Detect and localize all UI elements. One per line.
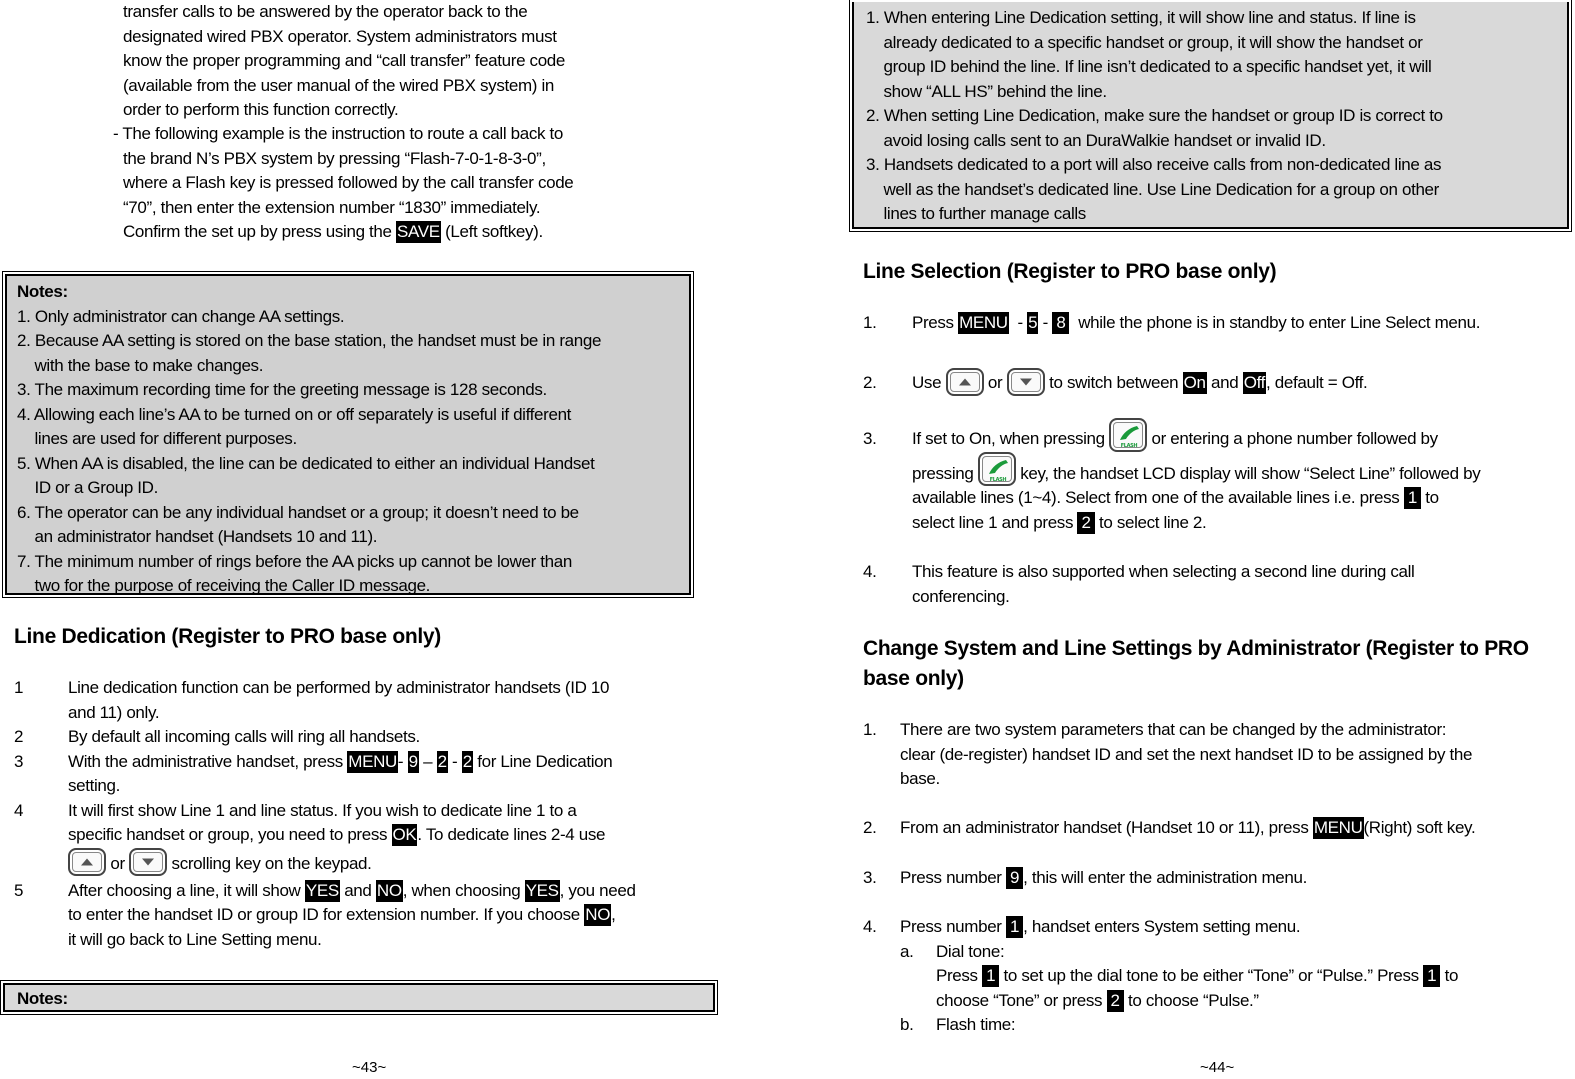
- svg-text:FLASH: FLASH: [1121, 443, 1138, 449]
- text-line: designated wired PBX operator. System ad…: [123, 26, 557, 46]
- list-item: 2. From an administrator handset (Handse…: [863, 817, 1476, 839]
- list-item: 4 It will first show Line 1 and line sta…: [14, 799, 714, 879]
- list-item: 4. This feature is also supported when s…: [863, 562, 1415, 606]
- sub-item-flash-time: b. Flash time:: [900, 1015, 1016, 1034]
- page-number: ~43~: [352, 1059, 387, 1076]
- list-item: 2. Use or to switch between On and Off, …: [863, 367, 1368, 398]
- list-item: 2 By default all incoming calls will rin…: [14, 727, 420, 746]
- list-item: 1. There are two system parameters that …: [863, 720, 1473, 788]
- text-line: know the proper programming and “call tr…: [123, 51, 566, 70]
- note-line: 6. The operator can be any individual ha…: [17, 502, 579, 522]
- notes-box-line-dedication: Notes:: [0, 980, 718, 1015]
- page-44: 1. When entering Line Dedication setting…: [845, 0, 1575, 1079]
- menu-key-label: MENU: [347, 750, 398, 773]
- note-line: with the base to make changes.: [17, 355, 264, 375]
- note-line: two for the purpose of receiving the Cal…: [17, 576, 431, 595]
- save-key-label: SAVE: [396, 221, 441, 243]
- notes-box-aa: Notes: 1. Only administrator can change …: [2, 271, 694, 598]
- yes-key-label: YES: [304, 879, 340, 902]
- flash-talk-key-icon: FLASH: [1109, 417, 1148, 452]
- list-item: 1 Line dedication function can be perfor…: [14, 678, 610, 722]
- key-label: 2: [436, 750, 448, 773]
- note-line: 5. When AA is disabled, the line can be …: [17, 453, 595, 473]
- key-label: 5: [1027, 312, 1039, 334]
- text-line: the brand N’s PBX system by pressing “Fl…: [123, 148, 546, 168]
- list-item: 5 After choosing a line, it will show YE…: [14, 879, 636, 949]
- no-key-label: NO: [584, 904, 612, 926]
- example-paragraph: - The following example is the instructi…: [113, 122, 574, 245]
- menu-key-label: MENU: [958, 312, 1009, 334]
- list-item: 3. If set to On, when pressing FLASH or …: [863, 417, 1481, 535]
- line-dedication-list: 1 Line dedication function can be perfor…: [14, 676, 714, 952]
- svg-text:FLASH: FLASH: [990, 477, 1007, 483]
- list-item: 1. Press MENU - 5 - 8 while the phone is…: [863, 312, 1481, 334]
- note-line: 3. The maximum recording time for the gr…: [17, 380, 547, 399]
- text-line: (available from the user manual of the w…: [123, 75, 554, 95]
- text-line: where a Flash key is pressed followed by…: [123, 173, 574, 192]
- text-line: transfer calls to be answered by the ope…: [123, 2, 528, 21]
- up-arrow-key-icon: [945, 367, 984, 396]
- intro-paragraph: transfer calls to be answered by the ope…: [123, 0, 565, 123]
- key-label: 2: [1106, 989, 1124, 1012]
- note-line: 1. Only administrator can change AA sett…: [17, 306, 345, 326]
- confirm-line: Confirm the set up by press using the SA…: [123, 221, 543, 243]
- note-line: lines to further manage calls: [866, 204, 1086, 223]
- note-line: well as the handset’s dedicated line. Us…: [866, 179, 1439, 199]
- section-heading-line-selection: Line Selection (Register to PRO base onl…: [863, 260, 1277, 283]
- up-arrow-key-icon: [68, 848, 106, 877]
- notes-box-line-dedication-cont: 1. When entering Line Dedication setting…: [849, 0, 1572, 232]
- key-label: 1: [982, 965, 1000, 987]
- text-line: - The following example is the instructi…: [113, 124, 563, 143]
- key-label: 9: [407, 750, 419, 773]
- sub-item-dial-tone: a. Dial tone: Press 1 to set up the dial…: [900, 941, 1459, 1012]
- page-number: ~44~: [1200, 1059, 1235, 1076]
- yes-key-label: YES: [524, 879, 560, 902]
- list-item: 3 With the administrative handset, press…: [14, 750, 613, 795]
- text-line: order to perform this function correctly…: [123, 100, 399, 119]
- text-line: “70”, then enter the extension number “1…: [123, 197, 541, 217]
- menu-key-label: MENU: [1312, 817, 1364, 839]
- no-key-label: NO: [375, 879, 403, 902]
- list-item: 4. Press number 1, handset enters System…: [863, 915, 1458, 1038]
- notes-title: Notes:: [17, 282, 68, 301]
- key-label: 8: [1052, 312, 1070, 334]
- note-line: an administrator handset (Handsets 10 an…: [17, 527, 378, 546]
- note-line: already dedicated to a specific handset …: [866, 32, 1423, 52]
- note-line: 4. Allowing each line’s AA to be turned …: [17, 404, 572, 424]
- note-line: lines are used for different purposes.: [17, 429, 297, 448]
- key-label: 1: [1006, 916, 1024, 938]
- note-line: show “ALL HS” behind the line.: [866, 81, 1107, 101]
- key-label: 1: [1423, 965, 1441, 987]
- note-line: 1. When entering Line Dedication setting…: [866, 8, 1416, 27]
- note-line: 2. When setting Line Dedication, make su…: [866, 106, 1443, 125]
- section-heading-line-dedication: Line Dedication (Register to PRO base on…: [14, 625, 442, 648]
- flash-talk-key-icon: FLASH: [977, 452, 1016, 487]
- key-label: 9: [1006, 867, 1024, 889]
- note-line: group ID behind the line. If line isn’t …: [866, 57, 1432, 76]
- note-line: 2. Because AA setting is stored on the b…: [17, 331, 602, 350]
- note-line: 3. Handsets dedicated to a port will als…: [866, 155, 1442, 174]
- note-line: avoid losing calls sent to an DuraWalkie…: [866, 130, 1326, 150]
- notes-title: Notes:: [17, 989, 68, 1008]
- note-line: ID or a Group ID.: [17, 478, 158, 497]
- on-key-label: On: [1182, 372, 1207, 394]
- ok-key-label: OK: [391, 824, 418, 846]
- off-key-label: Off: [1242, 372, 1267, 394]
- key-label: 2: [461, 750, 473, 773]
- page-43: transfer calls to be answered by the ope…: [0, 0, 725, 1079]
- section-heading-admin-settings: Change System and Line Settings by Admin…: [863, 637, 1529, 690]
- key-label: 1: [1403, 487, 1421, 510]
- list-item: 3. Press number 9, this will enter the a…: [863, 867, 1307, 889]
- down-arrow-key-icon: [1006, 367, 1045, 396]
- down-arrow-key-icon: [129, 848, 168, 877]
- key-label: 2: [1077, 511, 1095, 534]
- note-line: 7. The minimum number of rings before th…: [17, 551, 572, 571]
